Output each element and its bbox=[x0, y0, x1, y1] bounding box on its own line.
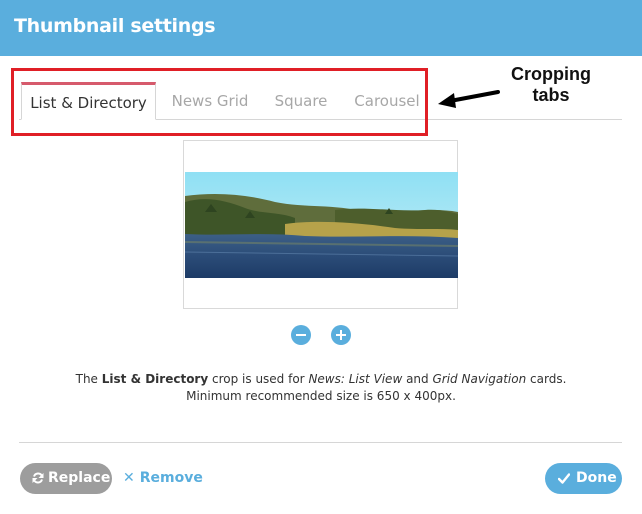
done-button[interactable]: Done bbox=[545, 463, 622, 494]
caption-text: cards. bbox=[526, 372, 567, 386]
crop-usage-1: News: List View bbox=[308, 372, 403, 386]
thumbnail-preview-image[interactable] bbox=[185, 172, 458, 278]
done-label: Done bbox=[576, 470, 617, 486]
dialog-header: Thumbnail settings bbox=[0, 0, 642, 56]
crop-description-line-1: The List & Directory crop is used for Ne… bbox=[0, 371, 642, 388]
replace-label: Replace bbox=[48, 470, 111, 486]
footer-divider bbox=[19, 442, 622, 443]
remove-label: Remove bbox=[139, 470, 203, 486]
caption-text: The bbox=[75, 372, 102, 386]
tab-carousel[interactable]: Carousel bbox=[346, 82, 428, 120]
tab-square[interactable]: Square bbox=[266, 82, 336, 120]
tab-news-grid[interactable]: News Grid bbox=[162, 82, 258, 120]
crop-preview-frame[interactable] bbox=[183, 140, 458, 309]
close-icon: ✕ bbox=[123, 470, 135, 486]
refresh-icon bbox=[32, 472, 44, 484]
crop-usage-2: Grid Navigation bbox=[432, 372, 527, 386]
minimum-size-note: Minimum recommended size is 650 x 400px. bbox=[186, 389, 456, 403]
minus-icon bbox=[296, 334, 306, 336]
caption-text: and bbox=[402, 372, 433, 386]
dialog-title: Thumbnail settings bbox=[14, 15, 216, 37]
caption-text: crop is used for bbox=[208, 372, 309, 386]
crop-description: The List & Directory crop is used for Ne… bbox=[0, 371, 642, 405]
annotation-arrow-icon bbox=[438, 90, 500, 108]
zoom-in-button[interactable] bbox=[331, 325, 351, 345]
tab-list-directory[interactable]: List & Directory bbox=[21, 82, 156, 120]
plus-icon-vertical bbox=[340, 330, 342, 340]
annotation-line-2: tabs bbox=[532, 85, 570, 105]
zoom-out-button[interactable] bbox=[291, 325, 311, 345]
check-icon bbox=[558, 473, 570, 484]
crop-name: List & Directory bbox=[101, 372, 209, 386]
replace-button[interactable]: Replace bbox=[20, 463, 112, 494]
remove-link[interactable]: ✕ Remove bbox=[123, 463, 203, 494]
annotation-label: Cropping tabs bbox=[496, 64, 606, 106]
annotation-line-1: Cropping bbox=[511, 64, 591, 84]
